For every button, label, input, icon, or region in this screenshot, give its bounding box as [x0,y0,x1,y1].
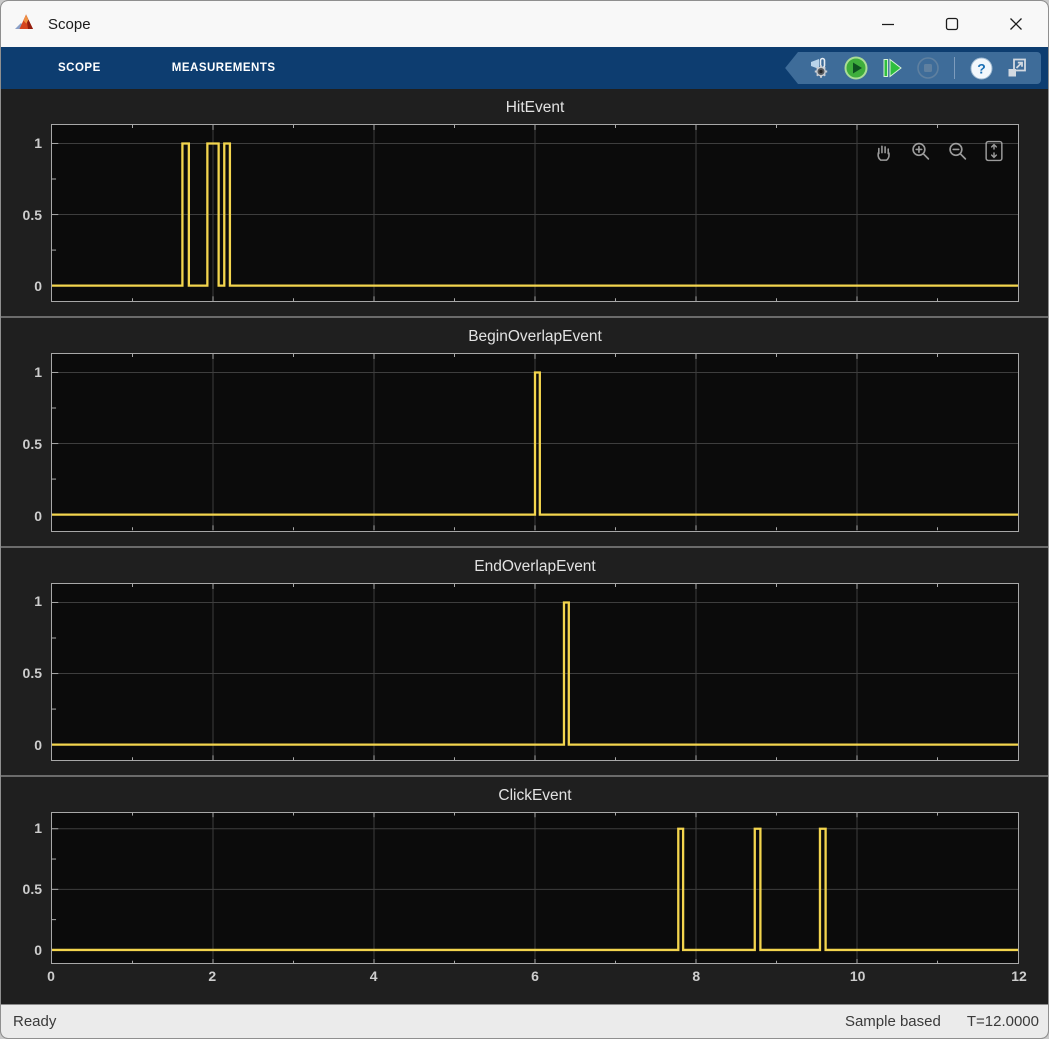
y-tick-label: 1 [34,135,42,151]
run-icon [843,55,869,81]
plot-hover-toolbar [867,134,1010,168]
plot-title: ClickEvent [51,784,1019,808]
y-axis: 10.50 [1,353,51,531]
sample-mode-text: Sample based [845,1013,941,1030]
status-text: Ready [13,1013,56,1030]
simulation-settings-icon [808,56,832,80]
tab-measurements[interactable]: MEASUREMENTS [172,62,276,74]
plot-canvas[interactable] [51,812,1019,964]
close-icon [1009,17,1023,31]
zoom-in-button[interactable] [904,134,936,168]
plot-panel: EndOverlapEvent10.50 [1,546,1048,775]
plot-canvas[interactable] [51,124,1019,302]
x-tick-label: 2 [208,968,216,984]
x-tick-label: 12 [1011,968,1027,984]
minimize-button[interactable] [856,1,920,47]
help-button[interactable]: ? [967,55,995,81]
popout-icon [1005,56,1029,80]
plot-area: HitEvent10.50BeginOverlapEvent10.50EndOv… [1,89,1048,1004]
svg-text:?: ? [977,60,986,76]
y-axis: 10.50 [1,124,51,302]
pan-icon [872,140,894,162]
titlebar: Scope [1,1,1048,47]
y-tick-label: 1 [34,593,42,609]
y-tick-label: 0.5 [23,436,42,452]
toolstrip: SCOPE MEASUREMENTS [1,47,1048,89]
y-tick-label: 1 [34,364,42,380]
zoom-in-icon [909,140,931,162]
step-forward-button[interactable] [878,55,906,81]
minimize-icon [881,17,895,31]
zoom-out-button[interactable] [941,134,973,168]
plot-panel: BeginOverlapEvent10.50 [1,316,1048,545]
y-tick-label: 0.5 [23,207,42,223]
collapse-arrow-icon[interactable] [784,52,798,84]
x-tick-label: 6 [531,968,539,984]
y-tick-label: 0 [34,508,42,524]
x-tick-label: 8 [692,968,700,984]
zoom-out-icon [946,140,968,162]
plot-panel: HitEvent10.50 [1,89,1048,316]
sim-time-text: T=12.0000 [967,1013,1039,1030]
fit-to-view-icon [983,140,1005,162]
statusbar: Ready Sample based T=12.0000 [1,1004,1048,1038]
plot-panel: ClickEvent10.50024681012 [1,775,1048,1004]
help-icon: ? [969,56,994,81]
y-tick-label: 0.5 [23,665,42,681]
tab-scope[interactable]: SCOPE [58,62,101,74]
x-axis: 024681012 [51,968,1019,990]
y-tick-label: 0 [34,278,42,294]
maximize-button[interactable] [920,1,984,47]
window-controls [856,1,1048,47]
x-tick-label: 10 [850,968,866,984]
y-tick-label: 0.5 [23,881,42,897]
window-title: Scope [48,16,91,33]
step-forward-icon [879,55,905,81]
plot-canvas[interactable] [51,583,1019,761]
scope-window: Scope SCOPE MEASUREMENTS [0,0,1049,1039]
popout-button[interactable] [1003,55,1031,81]
stop-icon [915,55,941,81]
y-tick-label: 0 [34,737,42,753]
plot-title: HitEvent [51,96,1019,120]
matlab-logo-icon [14,12,38,36]
maximize-icon [945,17,959,31]
toolbar-divider [954,57,955,79]
fit-to-view-button[interactable] [978,134,1010,168]
quick-access-toolbar: ? [784,52,1041,84]
pan-button[interactable] [867,134,899,168]
y-tick-label: 1 [34,820,42,836]
y-axis: 10.50 [1,583,51,761]
run-button[interactable] [842,55,870,81]
x-tick-label: 0 [47,968,55,984]
plot-canvas[interactable] [51,353,1019,531]
plot-title: BeginOverlapEvent [51,325,1019,349]
stop-button[interactable] [914,55,942,81]
x-tick-label: 4 [370,968,378,984]
simulation-settings-button[interactable] [806,55,834,81]
close-button[interactable] [984,1,1048,47]
plot-title: EndOverlapEvent [51,555,1019,579]
y-axis: 10.50 [1,812,51,964]
y-tick-label: 0 [34,942,42,958]
